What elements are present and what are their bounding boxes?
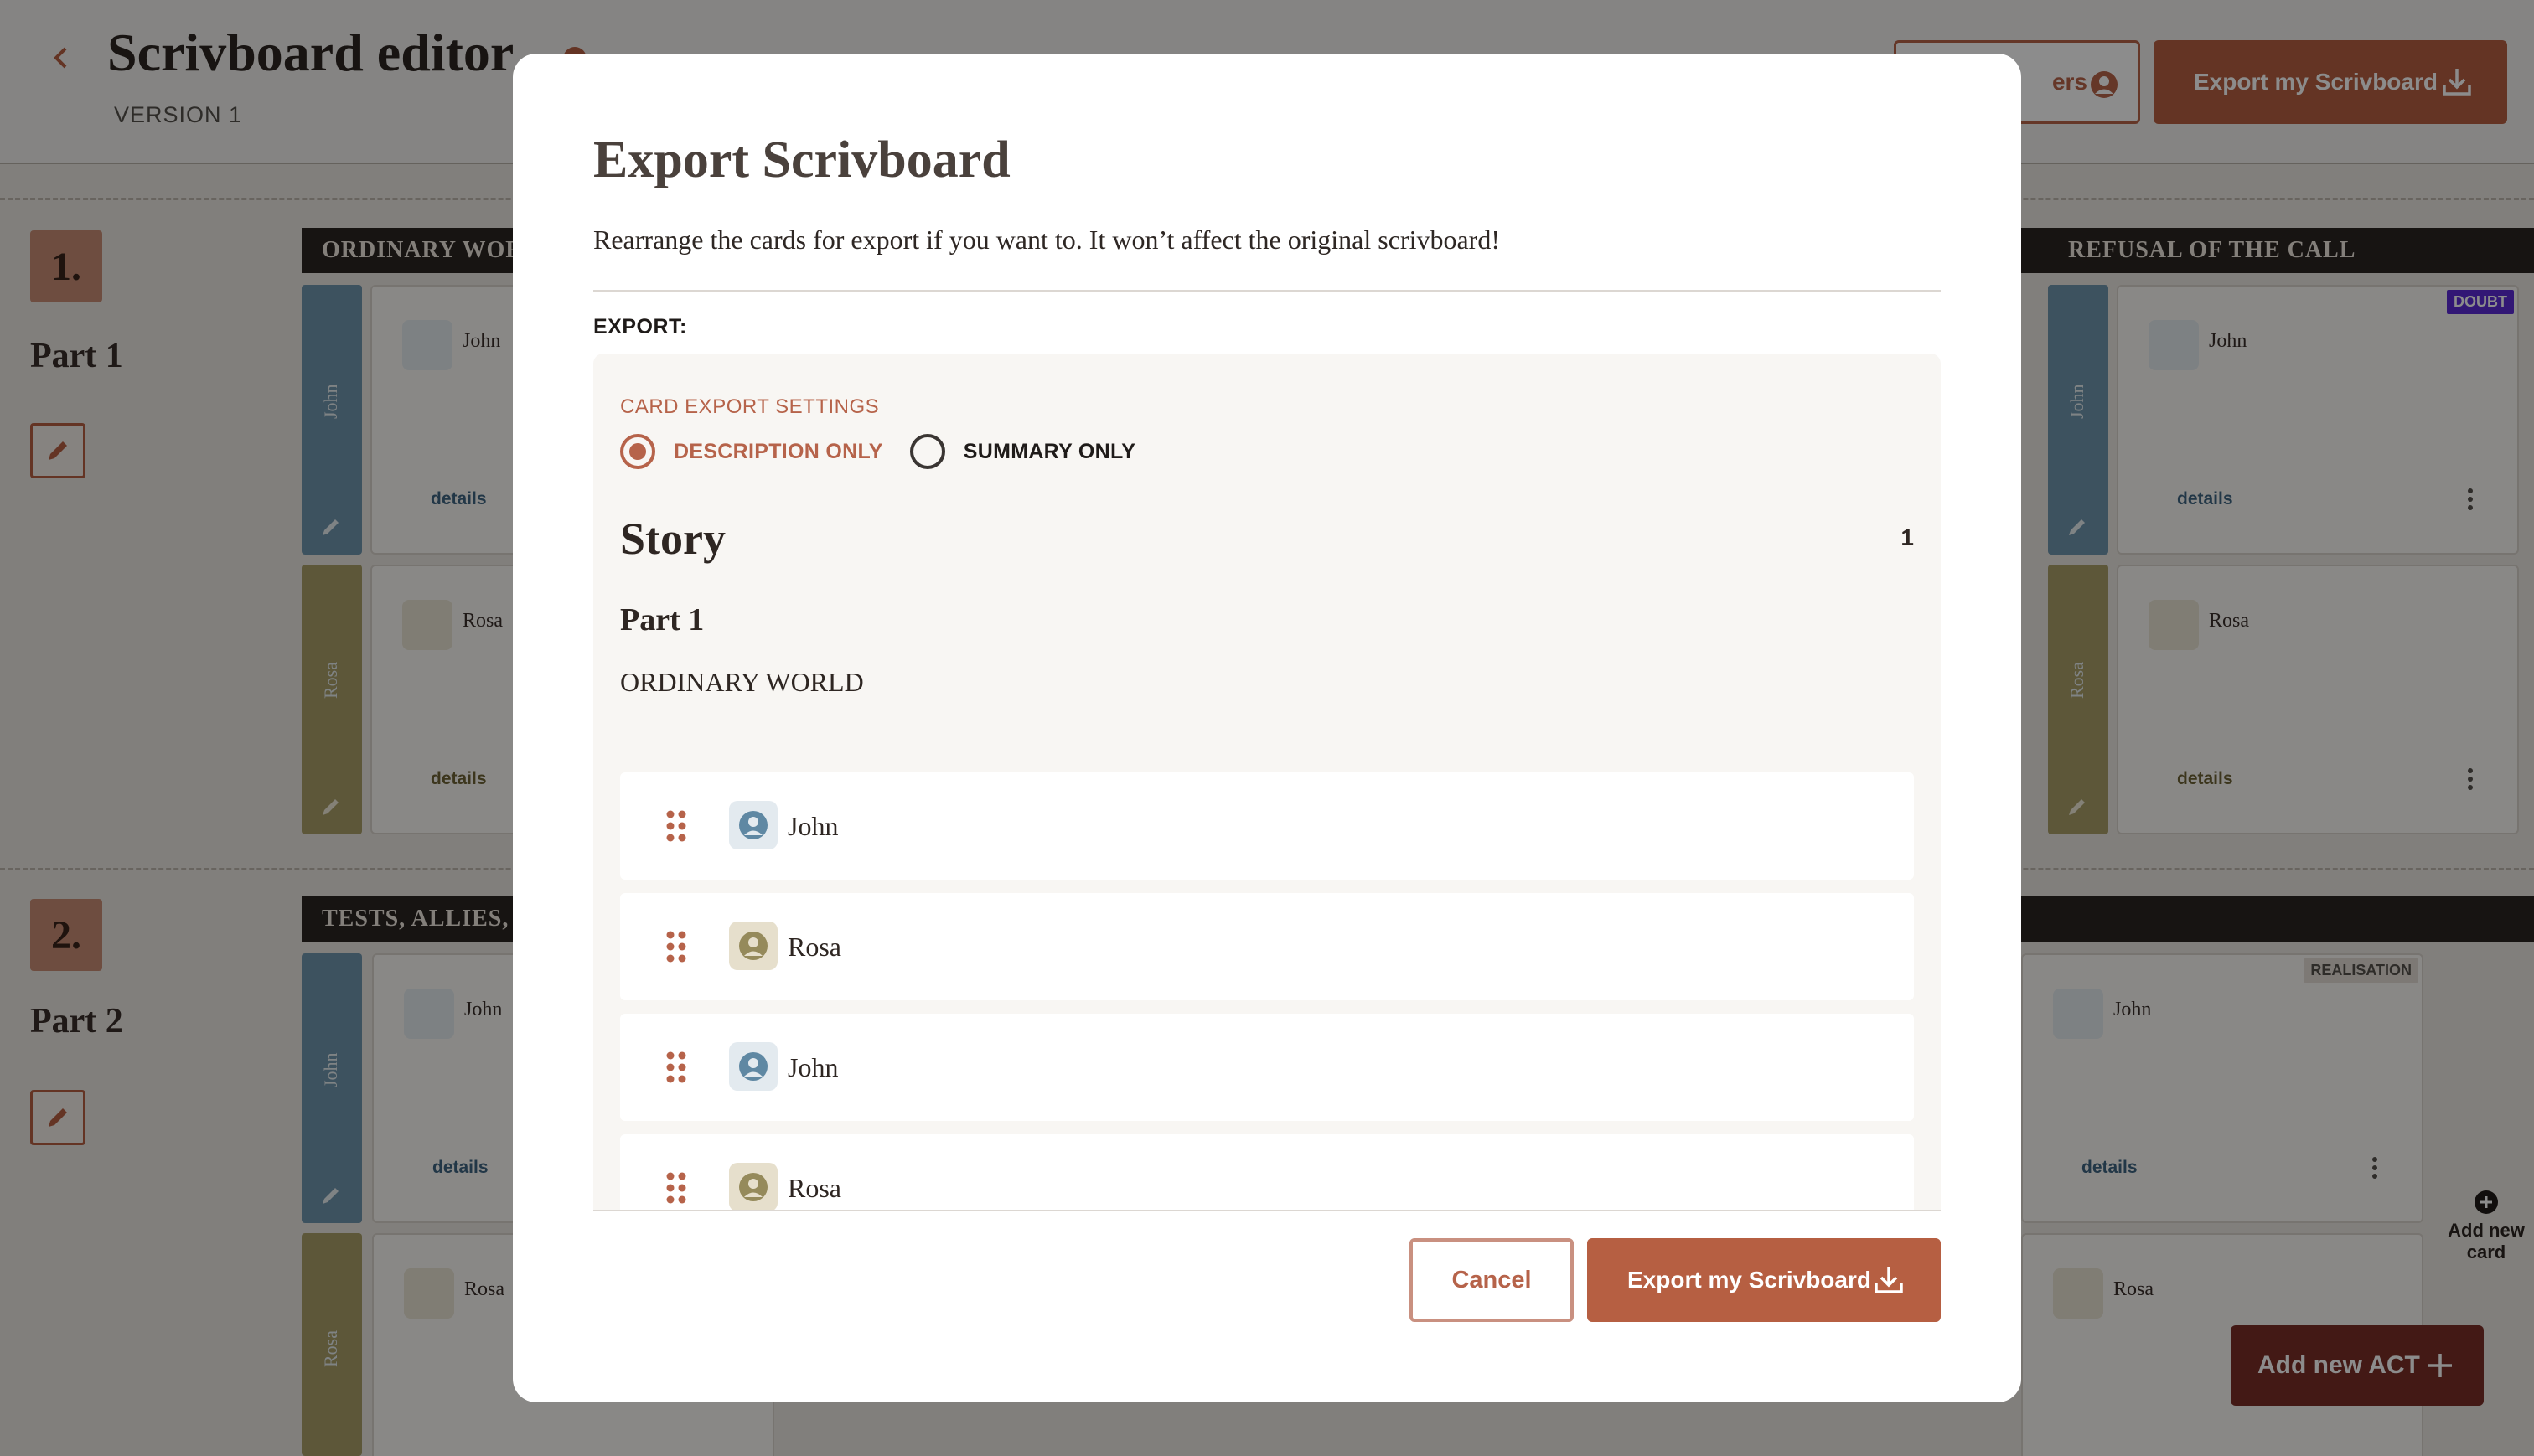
modal-title: Export Scrivboard [593, 132, 1011, 188]
user-circle-icon [739, 932, 768, 960]
user-circle-icon [739, 1052, 768, 1081]
story-count: 1 [1900, 524, 1914, 550]
story-heading: Story [620, 514, 726, 564]
drag-handle-icon[interactable] [665, 1051, 687, 1084]
export-card-row[interactable]: Rosa [620, 1134, 1914, 1211]
summary-only-radio[interactable] [909, 434, 945, 469]
export-modal: Export Scrivboard Rearrange the cards fo… [513, 54, 2021, 1402]
card-name: John [788, 811, 839, 841]
avatar [729, 801, 778, 849]
user-circle-icon [739, 811, 768, 839]
card-name: Rosa [788, 1173, 841, 1203]
download-icon [1875, 1267, 1903, 1293]
stage-heading: ORDINARY WORLD [620, 667, 864, 697]
divider [593, 290, 1941, 292]
description-only-label[interactable]: DESCRIPTION ONLY [674, 440, 883, 464]
description-only-radio[interactable] [620, 434, 655, 469]
export-card-row[interactable]: John [620, 772, 1914, 880]
export-card-row[interactable]: John [620, 1014, 1914, 1121]
avatar [729, 922, 778, 970]
drag-handle-icon[interactable] [665, 930, 687, 963]
modal-description: Rearrange the cards for export if you wa… [593, 225, 1500, 255]
avatar [729, 1042, 778, 1091]
card-name: Rosa [788, 932, 841, 962]
export-panel: CARD EXPORT SETTINGS DESCRIPTION ONLY SU… [593, 354, 1941, 1211]
part-heading: Part 1 [620, 602, 705, 638]
card-name: John [788, 1052, 839, 1082]
avatar [729, 1163, 778, 1211]
export-label: EXPORT: [593, 315, 687, 338]
cancel-button[interactable]: Cancel [1409, 1238, 1574, 1322]
export-card-row[interactable]: Rosa [620, 893, 1914, 1000]
user-circle-icon [739, 1173, 768, 1201]
card-export-settings-label: CARD EXPORT SETTINGS [620, 395, 880, 418]
export-options: DESCRIPTION ONLY SUMMARY ONLY [620, 434, 1135, 469]
export-button-label: Export my Scrivboard [1627, 1267, 1871, 1293]
export-my-scrivboard-button[interactable]: Export my Scrivboard [1587, 1238, 1941, 1322]
divider [593, 1210, 1941, 1211]
summary-only-label[interactable]: SUMMARY ONLY [964, 440, 1135, 464]
drag-handle-icon[interactable] [665, 809, 687, 843]
drag-handle-icon[interactable] [665, 1171, 687, 1205]
